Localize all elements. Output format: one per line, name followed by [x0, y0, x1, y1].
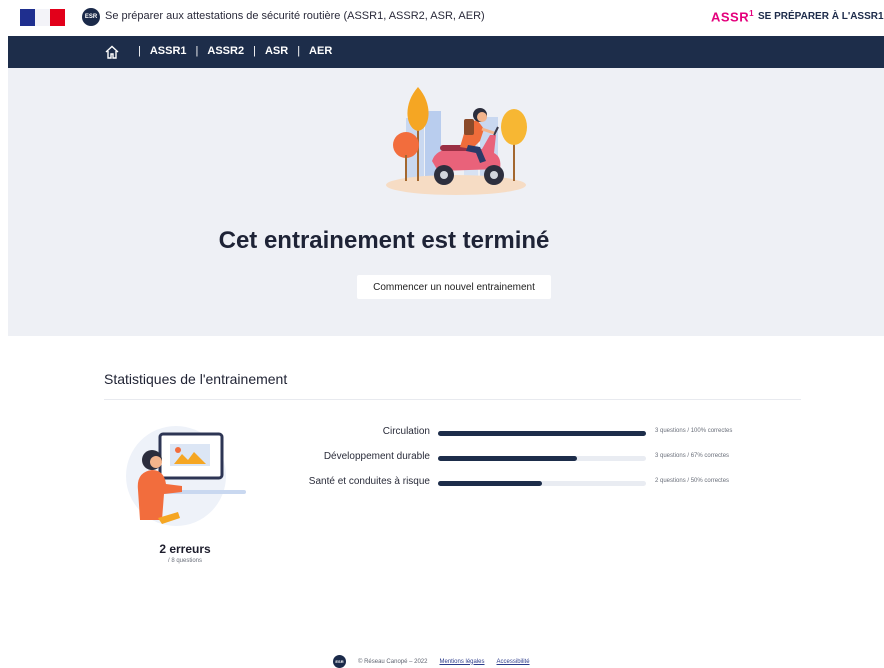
- stat-row-developpement-durable: Développement durable 3 questions / 67% …: [260, 451, 800, 465]
- stat-label: Circulation: [382, 426, 430, 437]
- stat-value: 3 questions / 67% correctes: [655, 453, 730, 459]
- top-header: ESR Se préparer aux attestations de sécu…: [0, 0, 884, 36]
- prepare-assr1-link[interactable]: SE PRÉPARER À L'ASSR1: [758, 11, 884, 22]
- stat-progress-track: [438, 481, 646, 486]
- stat-progress-fill: [438, 431, 646, 436]
- stats-title: Statistiques de l'entrainement: [104, 371, 288, 387]
- question-total: / 8 questions: [167, 558, 203, 564]
- main-nav: | ASSR1 | ASSR2 | ASR | AER: [8, 36, 884, 68]
- nav-separator: |: [253, 45, 256, 57]
- assr-brand-sup: 1: [749, 9, 755, 18]
- nav-item-aer[interactable]: AER: [309, 45, 332, 57]
- republique-francaise-logo[interactable]: [20, 9, 65, 26]
- stat-progress-fill: [438, 456, 578, 461]
- nav-item-assr1[interactable]: ASSR1: [150, 45, 187, 57]
- error-count: 2 erreurs: [159, 542, 211, 556]
- stat-value: 2 questions / 50% correctes: [655, 478, 730, 484]
- footer: ESR © Réseau Canopé – 2022 Mentions léga…: [333, 655, 530, 668]
- accessibility-link[interactable]: Accessibilité: [497, 659, 530, 665]
- stat-progress-fill: [438, 481, 542, 486]
- restart-training-button[interactable]: Commencer un nouvel entrainement: [357, 275, 551, 299]
- nav-separator: |: [297, 45, 301, 57]
- nav-separator: |: [195, 45, 199, 57]
- stat-row-circulation: Circulation 3 questions / 100% correctes: [260, 426, 800, 440]
- home-icon[interactable]: [104, 44, 120, 60]
- legal-notice-link[interactable]: Mentions légales: [439, 659, 484, 665]
- nav-item-assr2[interactable]: ASSR2: [207, 45, 244, 57]
- site-title[interactable]: Se préparer aux attestations de sécurité…: [105, 10, 485, 22]
- stat-row-sante-conduites: Santé et conduites à risque 2 questions …: [260, 476, 800, 490]
- stat-progress-track: [438, 431, 646, 436]
- scooter-rider-illustration: [386, 87, 527, 195]
- nav-item-asr[interactable]: ASR: [265, 45, 288, 57]
- stats-divider: [104, 399, 801, 400]
- page-title: Cet entrainement est terminé: [218, 227, 550, 254]
- footer-copyright: © Réseau Canopé – 2022: [358, 658, 428, 665]
- assr-brand-logo[interactable]: ASSR1: [711, 9, 754, 24]
- esr-logo[interactable]: ESR: [82, 8, 100, 26]
- student-computer-illustration: [126, 426, 246, 526]
- hero-section: Cet entrainement est terminé Commencer u…: [8, 68, 884, 336]
- assr-brand-text: ASSR: [711, 9, 750, 25]
- stat-value: 3 questions / 100% correctes: [655, 428, 733, 434]
- nav-items: | ASSR1 | ASSR2 | ASR | AER: [129, 45, 332, 57]
- stat-label: Santé et conduites à risque: [308, 476, 430, 487]
- stat-label: Développement durable: [323, 451, 430, 462]
- stat-progress-track: [438, 456, 646, 461]
- esr-footer-logo: ESR: [333, 655, 346, 668]
- nav-separator: |: [138, 45, 141, 57]
